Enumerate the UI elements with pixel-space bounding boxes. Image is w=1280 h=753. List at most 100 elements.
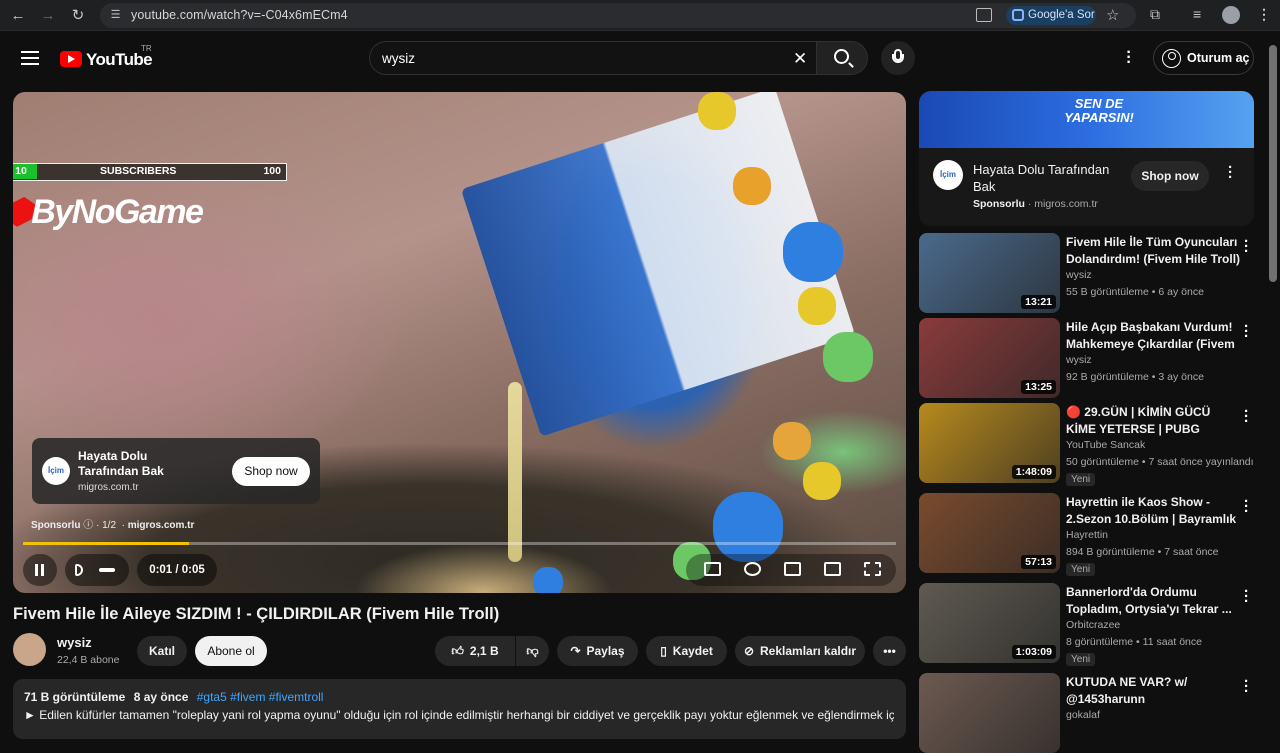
google-ask-label: Google'a Sor: [1028, 9, 1095, 21]
ad-info-icon[interactable]: ⓘ: [83, 520, 96, 531]
back-icon[interactable]: ←: [8, 6, 28, 26]
dislike-button[interactable]: 👎︎: [516, 636, 549, 666]
recommended-title[interactable]: 🔴 29.GÜN | KİMİN GÜCÜ KİME YETERSE | PUB…: [1066, 404, 1241, 438]
ad-domain: migros.com.tr: [78, 482, 139, 493]
sidebar-ad-domain: migros.com.tr: [1034, 198, 1098, 210]
more-actions-button[interactable]: •••: [873, 636, 906, 666]
recommended-channel[interactable]: wysiz: [1066, 269, 1092, 281]
like-count: 2,1 B: [469, 644, 499, 658]
recommended-title[interactable]: Fivem Hile İle Tüm Oyuncuları Dolandırdı…: [1066, 234, 1241, 267]
recommended-channel[interactable]: Orbitcrazee: [1066, 619, 1120, 631]
recommended-channel[interactable]: Hayrettin: [1066, 529, 1108, 541]
video-player[interactable]: 10 SUBSCRIBERS 100 ⬢ByNoGame İçim Hayata…: [13, 92, 906, 593]
video-thumbnail[interactable]: 13:21: [919, 233, 1060, 313]
site-info-icon[interactable]: ☰: [108, 8, 123, 23]
video-duration: 1:03:09: [1011, 645, 1056, 659]
sidebar-ad-title: Hayata Dolu Tarafından Bak: [973, 162, 1110, 194]
recommended-menu-icon[interactable]: · · ·: [1244, 319, 1249, 344]
sidebar-shop-now-button[interactable]: Shop now: [1131, 161, 1209, 191]
recommended-menu-icon[interactable]: · · ·: [1244, 234, 1249, 259]
recommended-channel[interactable]: gokalaf: [1066, 709, 1100, 721]
channel-avatar[interactable]: [13, 633, 46, 666]
channel-name[interactable]: wysiz: [57, 635, 92, 650]
sponsored-label: Sponsorlu: [973, 198, 1025, 210]
recommended-video[interactable]: 1:03:09 Bannerlord'da Ordumu Topladım, Or…: [919, 583, 1264, 666]
voice-search-button[interactable]: [881, 41, 915, 75]
youtube-logo[interactable]: YouTube TR: [60, 44, 160, 73]
volume-control[interactable]: [65, 554, 129, 586]
description-box[interactable]: 71 B görüntüleme 8 ay önce #gta5 #fivem …: [13, 679, 906, 739]
recommended-menu-icon[interactable]: · · ·: [1244, 404, 1249, 429]
video-thumbnail[interactable]: 1:03:09: [919, 583, 1060, 663]
video-thumbnail[interactable]: 57:13: [919, 493, 1060, 573]
sub-goal-label: SUBSCRIBERS: [100, 165, 177, 177]
url-text: youtube.com/watch?v=-C04x6mECm4: [131, 8, 348, 22]
recommended-channel[interactable]: YouTube Sancak: [1066, 439, 1145, 451]
fullscreen-icon[interactable]: [864, 562, 881, 576]
join-button[interactable]: Katıl: [137, 636, 187, 666]
recommended-channel[interactable]: wysiz: [1066, 354, 1092, 366]
browser-menu-icon[interactable]: ⋮: [1257, 6, 1271, 23]
sidebar-ad[interactable]: SEN DE YAPARSIN! İçim Hayata Dolu Tarafı…: [919, 91, 1254, 226]
recommended-video[interactable]: 1:48:09 🔴 29.GÜN | KİMİN GÜCÜ KİME YETERS…: [919, 403, 1264, 486]
sidebar-ad-menu-icon[interactable]: · · ·: [1228, 160, 1233, 185]
menu-icon[interactable]: [21, 51, 39, 65]
remove-ads-button[interactable]: ⊘ Reklamları kaldır: [735, 636, 865, 666]
pause-button[interactable]: [23, 554, 57, 586]
progress-bar[interactable]: [23, 542, 896, 545]
ad-domain-link[interactable]: migros.com.tr: [128, 520, 195, 531]
search-button[interactable]: [816, 41, 868, 75]
description-meta: 71 B görüntüleme 8 ay önce #gta5 #fivem …: [24, 690, 323, 704]
share-button[interactable]: ↷ Paylaş: [557, 636, 638, 666]
bynogame-text: ByNoGame: [31, 193, 204, 231]
extensions-icon[interactable]: ⧉: [1150, 6, 1160, 23]
search-input[interactable]: [382, 49, 762, 67]
recommended-menu-icon[interactable]: · · ·: [1244, 674, 1249, 699]
video-thumbnail[interactable]: 13:25: [919, 318, 1060, 398]
google-ask-button[interactable]: Google'a Sor: [1006, 6, 1096, 25]
account-icon: [1162, 49, 1181, 68]
video-duration: 57:13: [1021, 555, 1056, 569]
subscribe-button[interactable]: Abone ol: [195, 636, 267, 666]
settings-gear-icon[interactable]: [744, 562, 761, 576]
settings-menu-icon[interactable]: · · ·: [1124, 45, 1134, 71]
save-button[interactable]: ▯ Kaydet: [646, 636, 727, 666]
profile-avatar[interactable]: [1222, 6, 1240, 24]
recommended-video[interactable]: 57:13 Hayrettin ile Kaos Show - 2.Sezon 1…: [919, 493, 1264, 576]
page-scrollbar[interactable]: [1269, 45, 1277, 282]
recommended-title[interactable]: Hayrettin ile Kaos Show - 2.Sezon 10.Böl…: [1066, 494, 1241, 528]
clear-search-icon[interactable]: ✕: [793, 49, 807, 69]
video-thumbnail[interactable]: 1:48:09: [919, 403, 1060, 483]
like-button[interactable]: 👍︎ 2,1 B: [435, 636, 515, 666]
recommended-video[interactable]: KUTUDA NE VAR? w/ @1453harunn gokalaf · · ·: [919, 673, 1264, 753]
address-bar[interactable]: ☰ youtube.com/watch?v=-C04x6mECm4 Google…: [100, 3, 1136, 28]
save-label: Kaydet: [672, 644, 713, 658]
recommended-title[interactable]: Bannerlord'da Ordumu Topladım, Ortysia'y…: [1066, 584, 1241, 617]
install-app-icon[interactable]: [976, 8, 992, 22]
recommended-title[interactable]: Hile Açıp Başbakanı Vurdum! Mahkemeye Çı…: [1066, 319, 1241, 353]
recommended-menu-icon[interactable]: · · ·: [1244, 494, 1249, 519]
bookmark-star-icon[interactable]: ☆: [1106, 6, 1119, 24]
recommended-title[interactable]: KUTUDA NE VAR? w/ @1453harunn: [1066, 674, 1241, 707]
miniplayer-icon[interactable]: [784, 562, 801, 576]
new-badge: Yeni: [1066, 563, 1096, 576]
sign-in-label: Oturum aç: [1187, 51, 1250, 65]
ad-sponsor-line: Sponsorlu ⓘ · 1/2 · migros.com.tr: [31, 520, 195, 531]
hashtags[interactable]: #gta5 #fivem #fivemtroll: [197, 690, 324, 704]
video-thumbnail[interactable]: [919, 673, 1060, 753]
recommended-video[interactable]: 13:25 Hile Açıp Başbakanı Vurdum! Mahkeme…: [919, 318, 1264, 398]
ad-overlay-card[interactable]: İçim Hayata Dolu Tarafından Bak migros.c…: [32, 438, 320, 504]
milk-stream: [508, 382, 522, 562]
reading-list-icon[interactable]: ≡: [1193, 6, 1201, 22]
cast-icon[interactable]: [824, 562, 841, 576]
right-controls: [686, 554, 896, 586]
sign-in-button[interactable]: Oturum aç: [1153, 41, 1254, 75]
view-count: 71 B görüntüleme: [24, 690, 126, 704]
ad-shop-now-button[interactable]: Shop now: [232, 457, 310, 486]
recommended-menu-icon[interactable]: · · ·: [1244, 584, 1249, 609]
subtitles-icon[interactable]: [704, 562, 721, 576]
recommended-video[interactable]: 13:21 Fivem Hile İle Tüm Oyuncuları Dolan…: [919, 233, 1264, 313]
reload-icon[interactable]: ↻: [68, 6, 88, 26]
forward-icon[interactable]: →: [38, 6, 58, 26]
volume-slider[interactable]: [99, 568, 115, 572]
